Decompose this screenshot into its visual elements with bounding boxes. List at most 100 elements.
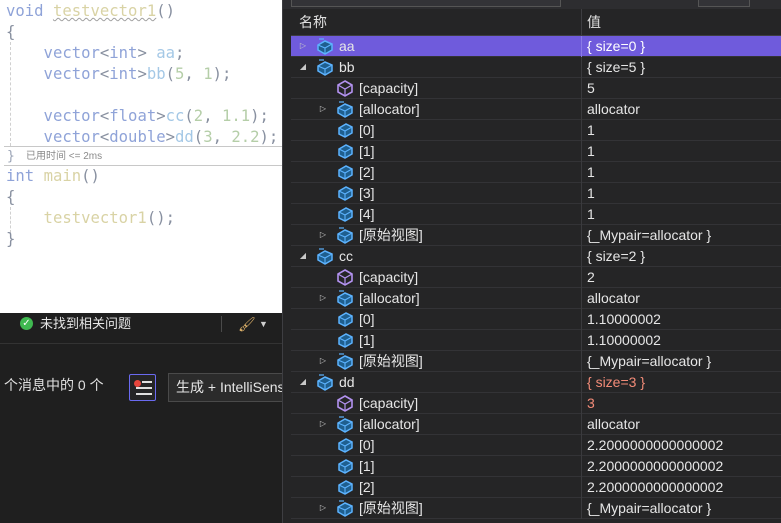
code-line[interactable]: vector<float>cc(2, 1.1); [6,106,269,127]
column-separator [581,414,582,435]
watch-row[interactable]: [0] 1.10000002 [291,309,781,330]
code-token: vector [6,107,100,125]
watch-value[interactable]: 2.2000000000000002 [587,435,723,455]
editor-status-bar: ✓ 未找到相关问题 🖌 ▼ [0,313,282,335]
watch-row[interactable]: ▷ [allocator] allocator [291,99,781,120]
watch-value[interactable]: 1 [587,162,595,182]
property-icon [336,395,354,412]
code-line[interactable]: int main() [6,166,100,187]
watch-row[interactable]: ◢ bb { size=5 } [291,57,781,78]
field-icon [336,458,354,475]
watch-row[interactable]: [1] 2.2000000000000002 [291,456,781,477]
search-depth-box[interactable] [698,0,750,7]
code-line[interactable]: void testvector1() [6,1,175,22]
code-token: > [137,65,147,83]
code-cleanup-icon[interactable]: 🖌 [238,315,256,333]
watch-row[interactable]: [4] 1 [291,204,781,225]
watch-value[interactable]: allocator [587,288,640,308]
code-token: () [156,2,176,20]
watch-row[interactable]: [2] 1 [291,162,781,183]
watch-row[interactable]: ◢ cc { size=2 } [291,246,781,267]
watch-value[interactable]: allocator [587,414,640,434]
code-line[interactable]: testvector1(); [6,208,175,229]
watch-row[interactable]: [2] 2.2000000000000002 [291,477,781,498]
watch-row[interactable]: ◢ dd { size=3 } [291,372,781,393]
watch-name: cc [339,248,353,264]
watch-row[interactable]: ▷ [原始视图] {_Mypair=allocator } [291,351,781,372]
watch-row[interactable]: ▷ [原始视图] {_Mypair=allocator } [291,498,781,519]
watch-row[interactable]: [0] 2.2000000000000002 [291,435,781,456]
watch-window: 名称 值 ▷ aa{ size=0 } ◢ bb{ size=5 } [capacity… [282,0,781,523]
watch-value[interactable]: {_Mypair=allocator } [587,225,711,245]
watch-value[interactable]: 1 [587,120,595,140]
watch-value[interactable]: 1 [587,204,595,224]
expander-collapsed-icon[interactable]: ▷ [317,99,329,119]
code-token: () [81,167,100,185]
build-scope-dropdown[interactable]: 生成 + IntelliSense [168,373,288,402]
expander-collapsed-icon[interactable]: ▷ [317,351,329,371]
watch-row[interactable]: ▷ aa { size=0 } [291,36,781,57]
watch-row[interactable]: [capacity] 3 [291,393,781,414]
watch-row[interactable]: ▷ [原始视图] {_Mypair=allocator } [291,225,781,246]
code-editor[interactable]: void testvector1(){ vector<int> aa; vect… [0,0,282,313]
watch-value[interactable]: {_Mypair=allocator } [587,351,711,371]
code-token: vector [6,128,100,146]
message-count[interactable]: 个消息中的 0 个 [4,375,104,395]
watch-value[interactable]: { size=0 } [587,36,645,56]
code-line[interactable]: } [6,229,15,250]
watch-value[interactable]: { size=2 } [587,246,645,266]
watch-row[interactable]: [1] 1.10000002 [291,330,781,351]
watch-value[interactable]: allocator [587,99,640,119]
watch-row[interactable]: [3] 1 [291,183,781,204]
watch-value[interactable]: 2.2000000000000002 [587,456,723,476]
watch-value[interactable]: {_Mypair=allocator } [587,498,711,518]
code-line[interactable]: vector<int> aa; [6,43,185,64]
column-resize-handle[interactable] [581,9,582,36]
watch-name: [原始视图] [359,500,423,516]
watch-value[interactable]: { size=3 } [587,372,645,392]
code-line[interactable]: { [6,22,15,43]
watch-row[interactable]: [0] 1 [291,120,781,141]
expander-collapsed-icon[interactable]: ▷ [297,36,309,56]
column-header-name[interactable]: 名称 [299,9,327,36]
expander-collapsed-icon[interactable]: ▷ [317,414,329,434]
filter-icon[interactable] [129,374,156,401]
property-icon [336,269,354,286]
watch-value[interactable]: 1 [587,183,595,203]
watch-value[interactable]: 1 [587,141,595,161]
watch-value[interactable]: 2 [587,267,595,287]
chevron-down-icon[interactable]: ▼ [259,316,268,332]
elapsed-time-tip: 已用时间 <= 2ms [26,151,103,162]
expander-expanded-icon[interactable]: ◢ [297,57,309,77]
code-line[interactable]: vector<double>dd(3, 2.2); [6,127,279,148]
code-token: 5 [175,65,185,83]
expander-collapsed-icon[interactable]: ▷ [317,225,329,245]
search-dropdown[interactable] [291,0,561,7]
issues-status[interactable]: 未找到相关问题 [40,313,131,335]
watch-row[interactable]: ▷ [allocator] allocator [291,414,781,435]
column-separator [581,435,582,456]
column-separator [581,162,582,183]
watch-value[interactable]: 5 [587,78,595,98]
watch-row[interactable]: [1] 1 [291,141,781,162]
expander-expanded-icon[interactable]: ◢ [297,246,309,266]
watch-value[interactable]: 2.2000000000000002 [587,477,723,497]
watch-row[interactable]: [capacity] 5 [291,78,781,99]
column-separator [581,498,582,519]
watch-value[interactable]: 3 [587,393,595,413]
watch-value[interactable]: 1.10000002 [587,309,661,329]
watch-name: [1] [359,458,375,474]
watch-row[interactable]: ▷ [allocator] allocator [291,288,781,309]
column-header-value[interactable]: 值 [587,9,601,36]
code-token: int [109,65,138,83]
expander-collapsed-icon[interactable]: ▷ [317,498,329,518]
watch-value[interactable]: 1.10000002 [587,330,661,350]
watch-value[interactable]: { size=5 } [587,57,645,77]
code-token: vector [6,44,100,62]
code-line[interactable]: { [6,187,15,208]
code-token: 2.2 [231,128,260,146]
code-line[interactable]: vector<int>bb(5, 1); [6,64,232,85]
watch-row[interactable]: [capacity] 2 [291,267,781,288]
expander-collapsed-icon[interactable]: ▷ [317,288,329,308]
expander-expanded-icon[interactable]: ◢ [297,372,309,392]
